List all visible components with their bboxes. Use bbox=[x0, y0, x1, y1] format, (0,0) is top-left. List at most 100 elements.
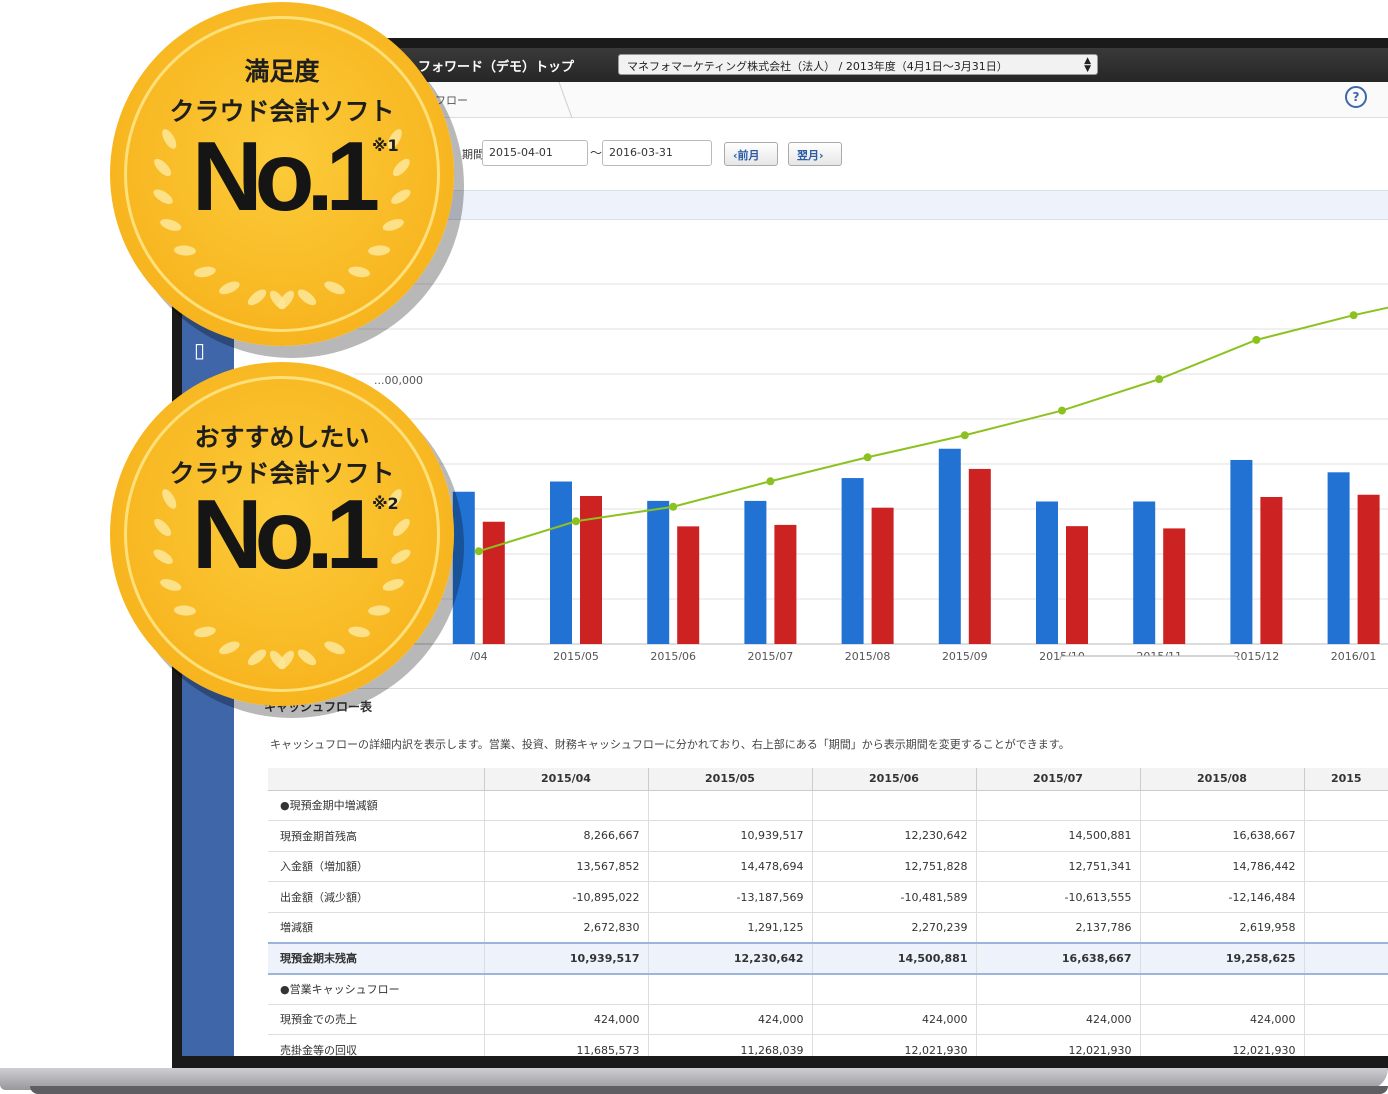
table-cell bbox=[1303, 790, 1388, 822]
income-bar bbox=[1230, 459, 1253, 644]
office-year-select-value: マネフォマーケティング株式会社（法人） / 2013年度（4月1日〜3月31日） bbox=[627, 60, 1008, 73]
row-label: 現預金期首残高 bbox=[268, 820, 484, 852]
table-cell bbox=[1303, 1034, 1388, 1056]
row-label: 増減額 bbox=[268, 912, 484, 944]
table-cell bbox=[975, 973, 1140, 1005]
laurel-leaf bbox=[324, 281, 345, 295]
income-bar bbox=[841, 478, 864, 644]
table-cell bbox=[1139, 973, 1304, 1005]
table-cell bbox=[1303, 912, 1388, 944]
laurel-leaf bbox=[297, 649, 317, 666]
breadcrumb-separator bbox=[545, 82, 573, 118]
table-column-header: 2015/05 bbox=[647, 768, 812, 791]
table-cell: 16,638,667 bbox=[975, 941, 1140, 975]
balance-point bbox=[863, 453, 872, 462]
prev-month-button[interactable]: ‹前月 bbox=[724, 142, 778, 166]
laurel-leaf bbox=[219, 641, 240, 655]
laurel-leaf bbox=[348, 266, 371, 278]
table-cell: 13,567,852 bbox=[483, 851, 648, 883]
table-cell bbox=[975, 790, 1140, 822]
table-cell: 12,021,930 bbox=[811, 1034, 976, 1056]
table-row: 入金額（増加額） 13,567,852 14,478,694 12,751,828 12… bbox=[268, 851, 1388, 883]
table-column-header: 2015/06 bbox=[811, 768, 976, 791]
x-tick-label: /04 bbox=[470, 650, 488, 660]
table-row: 出金額（減少額） -10,895,022 -13,187,569 -10,481,58… bbox=[268, 881, 1388, 913]
row-label: 売掛金等の回収 bbox=[268, 1034, 484, 1056]
table-cell: 12,021,930 bbox=[975, 1034, 1140, 1056]
period-to-input[interactable]: 2016-03-31 bbox=[602, 140, 712, 166]
table-cell bbox=[1303, 1004, 1388, 1036]
table-cell: -10,895,022 bbox=[483, 881, 648, 913]
table-row: 現預金期首残高 8,266,667 10,939,517 12,230,642 14,5… bbox=[268, 820, 1388, 852]
balance-point bbox=[572, 517, 580, 526]
x-tick-label: 2015/12 bbox=[1234, 650, 1280, 660]
table-cell: 8,266,667 bbox=[483, 820, 648, 852]
table-cell: 1,291,125 bbox=[647, 912, 812, 944]
table-cell: 2,672,830 bbox=[483, 912, 648, 944]
balance-point bbox=[766, 477, 775, 486]
table-header-blank bbox=[268, 768, 484, 791]
row-label: 出金額（減少額） bbox=[268, 881, 484, 913]
expense-bar bbox=[482, 521, 505, 644]
table-cell: 2,137,786 bbox=[975, 912, 1140, 944]
income-bar bbox=[1327, 472, 1350, 644]
table-cell bbox=[1303, 820, 1388, 852]
table-cell: 12,751,828 bbox=[811, 851, 976, 883]
period-from-input[interactable]: 2015-04-01 bbox=[482, 140, 588, 166]
table-cell: 12,021,930 bbox=[1139, 1034, 1304, 1056]
x-tick-label: 2015/06 bbox=[650, 650, 696, 660]
next-month-button[interactable]: 翌月› bbox=[788, 142, 842, 166]
laurel-leaf bbox=[173, 605, 196, 616]
expense-bar bbox=[968, 468, 991, 644]
laurel-leaf bbox=[219, 281, 240, 295]
income-bar bbox=[744, 500, 767, 644]
laurel-leaf bbox=[193, 266, 216, 278]
table-cell bbox=[483, 790, 648, 822]
table-row: ●現預金期中増減額 bbox=[268, 790, 1388, 822]
office-year-select[interactable]: マネフォマーケティング株式会社（法人） / 2013年度（4月1日〜3月31日）… bbox=[618, 54, 1098, 75]
medal-rank: No.1 bbox=[191, 121, 380, 231]
table-cell: 10,939,517 bbox=[483, 941, 648, 975]
laurel-leaf bbox=[368, 605, 391, 616]
income-bar bbox=[1036, 501, 1058, 644]
income-bar bbox=[1133, 501, 1156, 644]
table-cell bbox=[1303, 973, 1388, 1005]
medal-line1: おすすめしたい bbox=[194, 423, 370, 452]
cashflow-table-description: キャッシュフローの詳細内訳を表示します。営業、投資、財務キャッシュフローに分かれ… bbox=[270, 738, 1070, 751]
table-cell: 12,751,341 bbox=[975, 851, 1140, 883]
table-cell: 14,500,881 bbox=[975, 820, 1140, 852]
table-cell: 2,619,958 bbox=[1139, 912, 1304, 944]
table-cell: 11,685,573 bbox=[483, 1034, 648, 1056]
income-bar bbox=[647, 500, 670, 644]
table-cell: 10,939,517 bbox=[647, 820, 812, 852]
laurel-leaf bbox=[173, 245, 196, 256]
medal-note: ※2 bbox=[372, 494, 399, 513]
medal-rank: No.1 bbox=[191, 479, 380, 589]
income-bar bbox=[938, 448, 961, 644]
table-row: ●営業キャッシュフロー bbox=[268, 973, 1388, 1005]
income-bar bbox=[550, 481, 572, 644]
laurel-leaf bbox=[193, 626, 216, 638]
table-cell bbox=[483, 973, 648, 1005]
table-cell: -10,613,555 bbox=[975, 881, 1140, 913]
medal-satisfaction: 満足度 クラウド会計ソフト No.1 ※1 bbox=[110, 2, 454, 346]
medal-note: ※1 bbox=[372, 136, 399, 155]
expense-bar bbox=[1260, 496, 1283, 644]
balance-point bbox=[1252, 335, 1261, 344]
table-cell: 14,500,881 bbox=[811, 941, 976, 975]
balance-point bbox=[1349, 311, 1358, 320]
cashflow-table: 2015/04 2015/05 2015/06 2015/07 2015/08 … bbox=[268, 768, 1388, 1056]
laurel-leaf bbox=[247, 649, 267, 666]
x-tick-label: 2015/08 bbox=[845, 650, 891, 660]
table-column-header: 2015 bbox=[1303, 768, 1388, 791]
help-icon[interactable]: ? bbox=[1345, 86, 1367, 108]
x-tick-label: 2015/09 bbox=[942, 650, 988, 660]
x-tick-label: 2015/07 bbox=[748, 650, 794, 660]
table-cell: 424,000 bbox=[647, 1004, 812, 1036]
medal-recommend: おすすめしたい クラウド会計ソフト No.1 ※2 bbox=[110, 362, 454, 706]
medal-line1: 満足度 bbox=[244, 57, 320, 86]
table-cell bbox=[1303, 881, 1388, 913]
table-cell bbox=[811, 790, 976, 822]
table-cell bbox=[1139, 790, 1304, 822]
row-label: ●営業キャッシュフロー bbox=[268, 973, 484, 1005]
